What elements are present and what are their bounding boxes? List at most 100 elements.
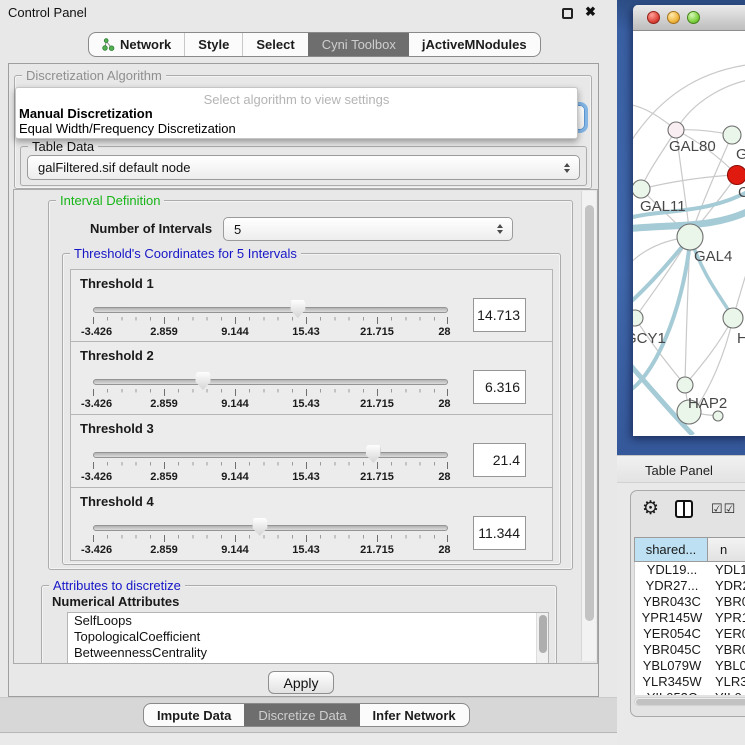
column-header-shared-name[interactable]: shared... bbox=[634, 537, 708, 562]
slider-track[interactable] bbox=[93, 379, 448, 385]
app-root: { "title_bar": { "title": "Control Panel… bbox=[0, 0, 745, 745]
threshold-slider[interactable]: -3.426 2.859 9.144 15.43 21.715 28 bbox=[93, 376, 448, 410]
tab-select[interactable]: Select bbox=[242, 33, 307, 56]
list-scrollbar[interactable] bbox=[536, 613, 548, 664]
slider-ticks bbox=[93, 462, 448, 469]
node-label: G bbox=[736, 146, 745, 163]
slider-thumb[interactable] bbox=[196, 372, 211, 390]
cell-shared-name: YBL079W bbox=[635, 658, 709, 674]
combo-arrows-icon bbox=[497, 224, 503, 234]
tab-style[interactable]: Style bbox=[184, 33, 242, 56]
table-row[interactable]: YBR045C YBR0 bbox=[635, 642, 745, 658]
threshold-value-field[interactable]: 6.316 bbox=[473, 370, 526, 404]
popup-item-equal-width-frequency[interactable]: Equal Width/Frequency Discretization bbox=[16, 121, 577, 136]
table-panel-header: Table Panel bbox=[617, 455, 745, 483]
table-row[interactable]: YPR145W YPR1 bbox=[635, 610, 745, 626]
table-row[interactable]: YLR345W YLR3 bbox=[635, 674, 745, 690]
table-row[interactable]: YDR27... YDR2 bbox=[635, 578, 745, 594]
float-window-icon[interactable] bbox=[562, 8, 573, 19]
table-body: YDL19... YDL1 YDR27... YDR2 YBR043C YBR0… bbox=[634, 562, 745, 695]
close-icon[interactable]: ✖ bbox=[585, 4, 596, 20]
slider-ticks bbox=[93, 389, 448, 396]
column-header-name[interactable]: n bbox=[708, 537, 745, 562]
threshold-value-field[interactable]: 21.4 bbox=[473, 443, 526, 477]
tick-label: 15.43 bbox=[292, 544, 320, 556]
slider-track[interactable] bbox=[93, 452, 448, 458]
list-item[interactable]: BetweennessCentrality bbox=[68, 645, 548, 661]
popup-item-manual-discretization[interactable]: Manual Discretization bbox=[16, 106, 577, 121]
threshold-slider[interactable]: -3.426 2.859 9.144 15.43 21.715 28 bbox=[93, 522, 448, 556]
cell-name: YLR3 bbox=[709, 674, 745, 690]
node-table: shared... n YDL19... YDL1 YDR27... YDR2 … bbox=[634, 537, 745, 695]
node-label: GAL4 bbox=[694, 248, 732, 265]
table-data-combobox[interactable]: galFiltered.sif default node bbox=[27, 155, 580, 180]
group-title: Threshold's Coordinates for 5 Intervals bbox=[70, 246, 301, 261]
node-label: C bbox=[738, 184, 745, 201]
tab-label: Discretize Data bbox=[258, 708, 346, 723]
cell-name: YBR0 bbox=[709, 594, 745, 610]
tab-impute-data[interactable]: Impute Data bbox=[144, 704, 244, 726]
threshold-value-field[interactable]: 14.713 bbox=[473, 298, 526, 332]
table-header-row: shared... n bbox=[634, 537, 745, 562]
tick-label: 28 bbox=[438, 471, 450, 483]
tick-label: 15.43 bbox=[292, 471, 320, 483]
tab-discretize-data[interactable]: Discretize Data bbox=[244, 704, 359, 726]
list-item[interactable]: TopologicalCoefficient bbox=[68, 629, 548, 645]
close-traffic-light-icon[interactable] bbox=[647, 11, 660, 24]
desktop-background: GAL80 G C GAL11 GAL4 GCY1 H HAP2 bbox=[617, 0, 745, 455]
table-horizontal-scrollbar[interactable] bbox=[634, 697, 745, 706]
group-title: Interval Definition bbox=[56, 193, 164, 208]
tab-label: Select bbox=[256, 37, 294, 52]
network-canvas[interactable]: GAL80 G C GAL11 GAL4 GCY1 H HAP2 bbox=[633, 31, 745, 435]
group-title: Discretization Algorithm bbox=[22, 68, 166, 83]
minimize-traffic-light-icon[interactable] bbox=[667, 11, 680, 24]
slider-thumb[interactable] bbox=[290, 300, 305, 318]
number-of-intervals-combobox[interactable]: 5 bbox=[223, 217, 513, 241]
threshold-slider[interactable]: -3.426 2.859 9.144 15.43 21.715 28 bbox=[93, 449, 448, 483]
tick-label: -3.426 bbox=[81, 544, 112, 556]
slider-track[interactable] bbox=[93, 525, 448, 531]
threshold-row: Threshold 1 -3.426 2.859 9.144 15.43 21.… bbox=[70, 269, 553, 342]
slider-scale: -3.426 2.859 9.144 15.43 21.715 28 bbox=[93, 326, 448, 338]
tick-label: -3.426 bbox=[81, 398, 112, 410]
cell-shared-name: YDL19... bbox=[635, 562, 709, 578]
threshold-label: Threshold 4 bbox=[80, 494, 154, 509]
table-row[interactable]: YBR043C YBR0 bbox=[635, 594, 745, 610]
tab-jactivemnodules[interactable]: jActiveMNodules bbox=[409, 33, 540, 56]
table-row[interactable]: YBL079W YBL0 bbox=[635, 658, 745, 674]
slider-thumb[interactable] bbox=[252, 518, 267, 536]
bottom-pad bbox=[0, 734, 617, 745]
threshold-slider[interactable]: -3.426 2.859 9.144 15.43 21.715 28 bbox=[93, 304, 448, 338]
tab-infer-network[interactable]: Infer Network bbox=[360, 704, 469, 726]
checkbox-icons[interactable]: ☑☑ bbox=[711, 501, 736, 517]
tab-label: Network bbox=[120, 37, 171, 52]
node-label: GAL80 bbox=[669, 138, 716, 155]
apply-button[interactable]: Apply bbox=[268, 671, 334, 694]
tick-label: 9.144 bbox=[221, 471, 249, 483]
tab-cyni-toolbox[interactable]: Cyni Toolbox bbox=[308, 33, 409, 56]
gear-icon[interactable]: ⚙ bbox=[642, 498, 659, 520]
tick-label: 15.43 bbox=[292, 398, 320, 410]
tick-label: 9.144 bbox=[221, 544, 249, 556]
table-row[interactable]: YER054C YER0 bbox=[635, 626, 745, 642]
panel-scrollbar[interactable] bbox=[581, 191, 596, 661]
interval-definition-group: Interval Definition Number of Intervals … bbox=[48, 200, 573, 570]
cell-name: YBL0 bbox=[709, 658, 745, 674]
table-row[interactable]: YDL19... YDL1 bbox=[635, 562, 745, 578]
list-item[interactable]: SelfLoops bbox=[68, 613, 548, 629]
tick-label: 28 bbox=[438, 544, 450, 556]
columns-icon[interactable] bbox=[675, 500, 693, 518]
slider-track[interactable] bbox=[93, 307, 448, 313]
slider-scale: -3.426 2.859 9.144 15.43 21.715 28 bbox=[93, 544, 448, 556]
network-view-window[interactable]: GAL80 G C GAL11 GAL4 GCY1 H HAP2 bbox=[633, 5, 745, 436]
tick-label: 2.859 bbox=[150, 326, 178, 338]
control-panel-titlebar: Control Panel ✖ bbox=[0, 0, 617, 25]
threshold-row: Threshold 4 -3.426 2.859 9.144 15.43 21.… bbox=[70, 488, 553, 561]
zoom-traffic-light-icon[interactable] bbox=[687, 11, 700, 24]
slider-ticks bbox=[93, 317, 448, 324]
tab-network[interactable]: Network bbox=[89, 33, 184, 56]
threshold-value-field[interactable]: 11.344 bbox=[473, 516, 526, 550]
node-label: HAP2 bbox=[688, 395, 727, 412]
slider-thumb[interactable] bbox=[366, 445, 381, 463]
table-row[interactable]: YIL052C YIL0 bbox=[635, 690, 745, 695]
